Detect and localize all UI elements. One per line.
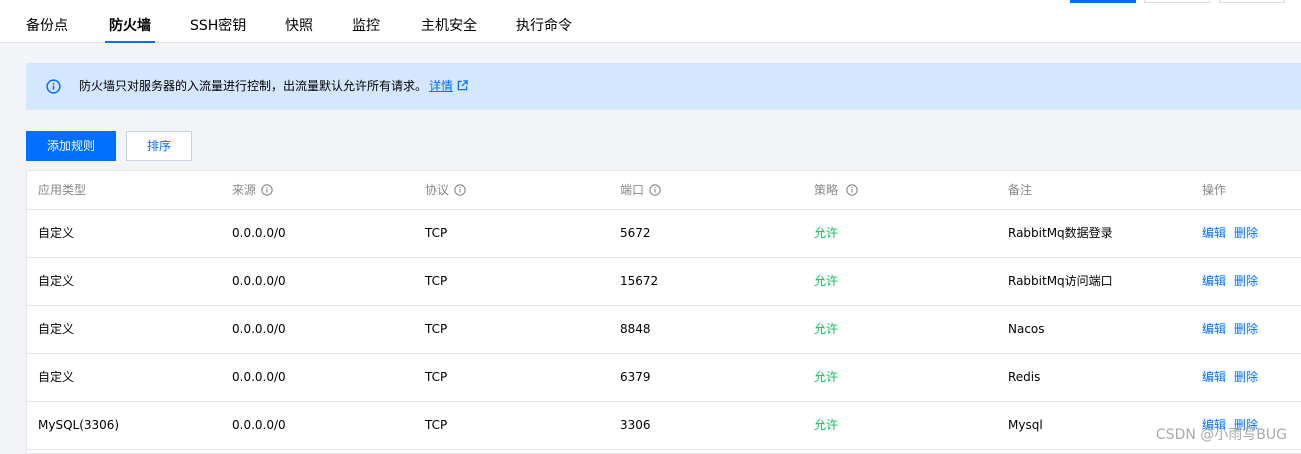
cell-policy: 允许 (814, 418, 839, 432)
cell-protocol: TCP (425, 274, 448, 288)
external-link-icon[interactable] (457, 80, 468, 91)
cell-source: 0.0.0.0/0 (232, 274, 286, 288)
table-row: 自定义 0.0.0.0/0 TCP 15672 允许 RabbitMq访问端口 … (27, 258, 1301, 306)
cell-remark: RabbitMq数据登录 (1008, 226, 1113, 240)
cell-source: 0.0.0.0/0 (232, 322, 286, 336)
table-header: 应用类型 来源 协议 端口 策略 备注 操作 (27, 171, 1301, 210)
cell-remark: RabbitMq访问端口 (1008, 274, 1113, 288)
column-header-type: 应用类型 (38, 171, 86, 210)
column-header-source-label: 来源 (232, 183, 257, 197)
top-primary-button[interactable] (1070, 0, 1136, 3)
details-link[interactable]: 详情 (429, 79, 453, 93)
table-row: 自定义 0.0.0.0/0 TCP 6379 允许 Redis 编辑 删除 (27, 354, 1301, 402)
column-header-protocol: 协议 (425, 171, 466, 210)
cell-remark: Mysql (1008, 418, 1043, 432)
delete-link[interactable]: 删除 (1234, 322, 1258, 336)
cell-type: 自定义 (38, 274, 75, 288)
cell-protocol: TCP (425, 418, 448, 432)
column-header-actions: 操作 (1202, 171, 1226, 210)
cell-actions: 编辑 删除 (1202, 210, 1266, 257)
cell-source: 0.0.0.0/0 (232, 226, 286, 240)
cell-type: MySQL(3306) (38, 418, 120, 432)
notice-message: 防火墙只对服务器的入流量进行控制，出流量默认允许所有请求。 (79, 79, 428, 93)
table-row: 自定义 0.0.0.0/0 TCP 8848 允许 Nacos 编辑 删除 (27, 306, 1301, 354)
column-header-protocol-label: 协议 (425, 183, 450, 197)
cell-remark: Redis (1008, 370, 1041, 384)
edit-link[interactable]: 编辑 (1202, 322, 1226, 336)
top-tertiary-button[interactable] (1219, 0, 1285, 3)
column-header-remark: 备注 (1008, 171, 1032, 210)
top-secondary-button[interactable] (1144, 0, 1210, 3)
table-row: MySQL(3306) 0.0.0.0/0 TCP 3306 允许 Mysql … (27, 402, 1301, 450)
cell-source: 0.0.0.0/0 (232, 370, 286, 384)
delete-link[interactable]: 删除 (1234, 370, 1258, 384)
table-row: 自定义 0.0.0.0/0 TCP 5672 允许 RabbitMq数据登录 编… (27, 210, 1301, 258)
cell-type: 自定义 (38, 322, 75, 336)
cell-port: 3306 (620, 418, 651, 432)
edit-link[interactable]: 编辑 (1202, 226, 1226, 240)
cell-type: 自定义 (38, 370, 75, 384)
column-header-policy: 策略 (814, 171, 858, 210)
help-icon[interactable] (649, 184, 661, 196)
sort-button[interactable]: 排序 (126, 131, 192, 161)
help-icon[interactable] (261, 184, 273, 196)
cell-protocol: TCP (425, 226, 448, 240)
tab-monitor[interactable]: 监控 (352, 0, 380, 43)
top-bar: 备份点 防火墙 SSH密钥 快照 监控 主机安全 执行命令 (0, 0, 1301, 43)
cell-port: 15672 (620, 274, 659, 288)
tab-ssh-key[interactable]: SSH密钥 (190, 0, 246, 43)
column-header-type-label: 应用类型 (38, 183, 87, 197)
cell-policy: 允许 (814, 322, 839, 336)
info-notice: 防火墙只对服务器的入流量进行控制，出流量默认允许所有请求。 详情 (26, 63, 1301, 110)
help-icon[interactable] (454, 184, 466, 196)
delete-link[interactable]: 删除 (1234, 226, 1258, 240)
cell-port: 5672 (620, 226, 651, 240)
tab-firewall[interactable]: 防火墙 (105, 0, 155, 43)
cell-type: 自定义 (38, 226, 75, 240)
cell-policy: 允许 (814, 274, 839, 288)
delete-link[interactable]: 删除 (1234, 274, 1258, 288)
info-icon (46, 79, 61, 94)
cell-actions: 编辑 删除 (1202, 258, 1266, 305)
cell-port: 8848 (620, 322, 651, 336)
cell-port: 6379 (620, 370, 651, 384)
cell-actions: 编辑 删除 (1202, 354, 1266, 401)
column-header-source: 来源 (232, 171, 273, 210)
column-header-port: 端口 (620, 171, 661, 210)
help-icon[interactable] (846, 184, 858, 196)
edit-link[interactable]: 编辑 (1202, 370, 1226, 384)
tab-backup-point[interactable]: 备份点 (26, 0, 68, 43)
firewall-rules-table: 应用类型 来源 协议 端口 策略 备注 操作 自定义 0.0.0.0/0 TCP… (26, 170, 1301, 454)
cell-actions: 编辑 删除 (1202, 306, 1266, 353)
column-header-actions-label: 操作 (1202, 183, 1227, 197)
cell-remark: Nacos (1008, 322, 1045, 336)
column-header-remark-label: 备注 (1008, 183, 1033, 197)
cell-policy: 允许 (814, 370, 839, 384)
tab-execute-command[interactable]: 执行命令 (516, 0, 572, 43)
cell-policy: 允许 (814, 226, 839, 240)
cell-protocol: TCP (425, 322, 448, 336)
column-header-policy-label: 策略 (814, 183, 839, 197)
tab-snapshot[interactable]: 快照 (285, 0, 313, 43)
notice-text: 防火墙只对服务器的入流量进行控制，出流量默认允许所有请求。 详情 (79, 63, 468, 110)
cell-protocol: TCP (425, 370, 448, 384)
cell-source: 0.0.0.0/0 (232, 418, 286, 432)
add-rule-button[interactable]: 添加规则 (26, 131, 116, 161)
edit-link[interactable]: 编辑 (1202, 274, 1226, 288)
column-header-port-label: 端口 (620, 183, 645, 197)
watermark: CSDN @小雨写BUG (1155, 427, 1287, 443)
tab-host-security[interactable]: 主机安全 (421, 0, 477, 43)
